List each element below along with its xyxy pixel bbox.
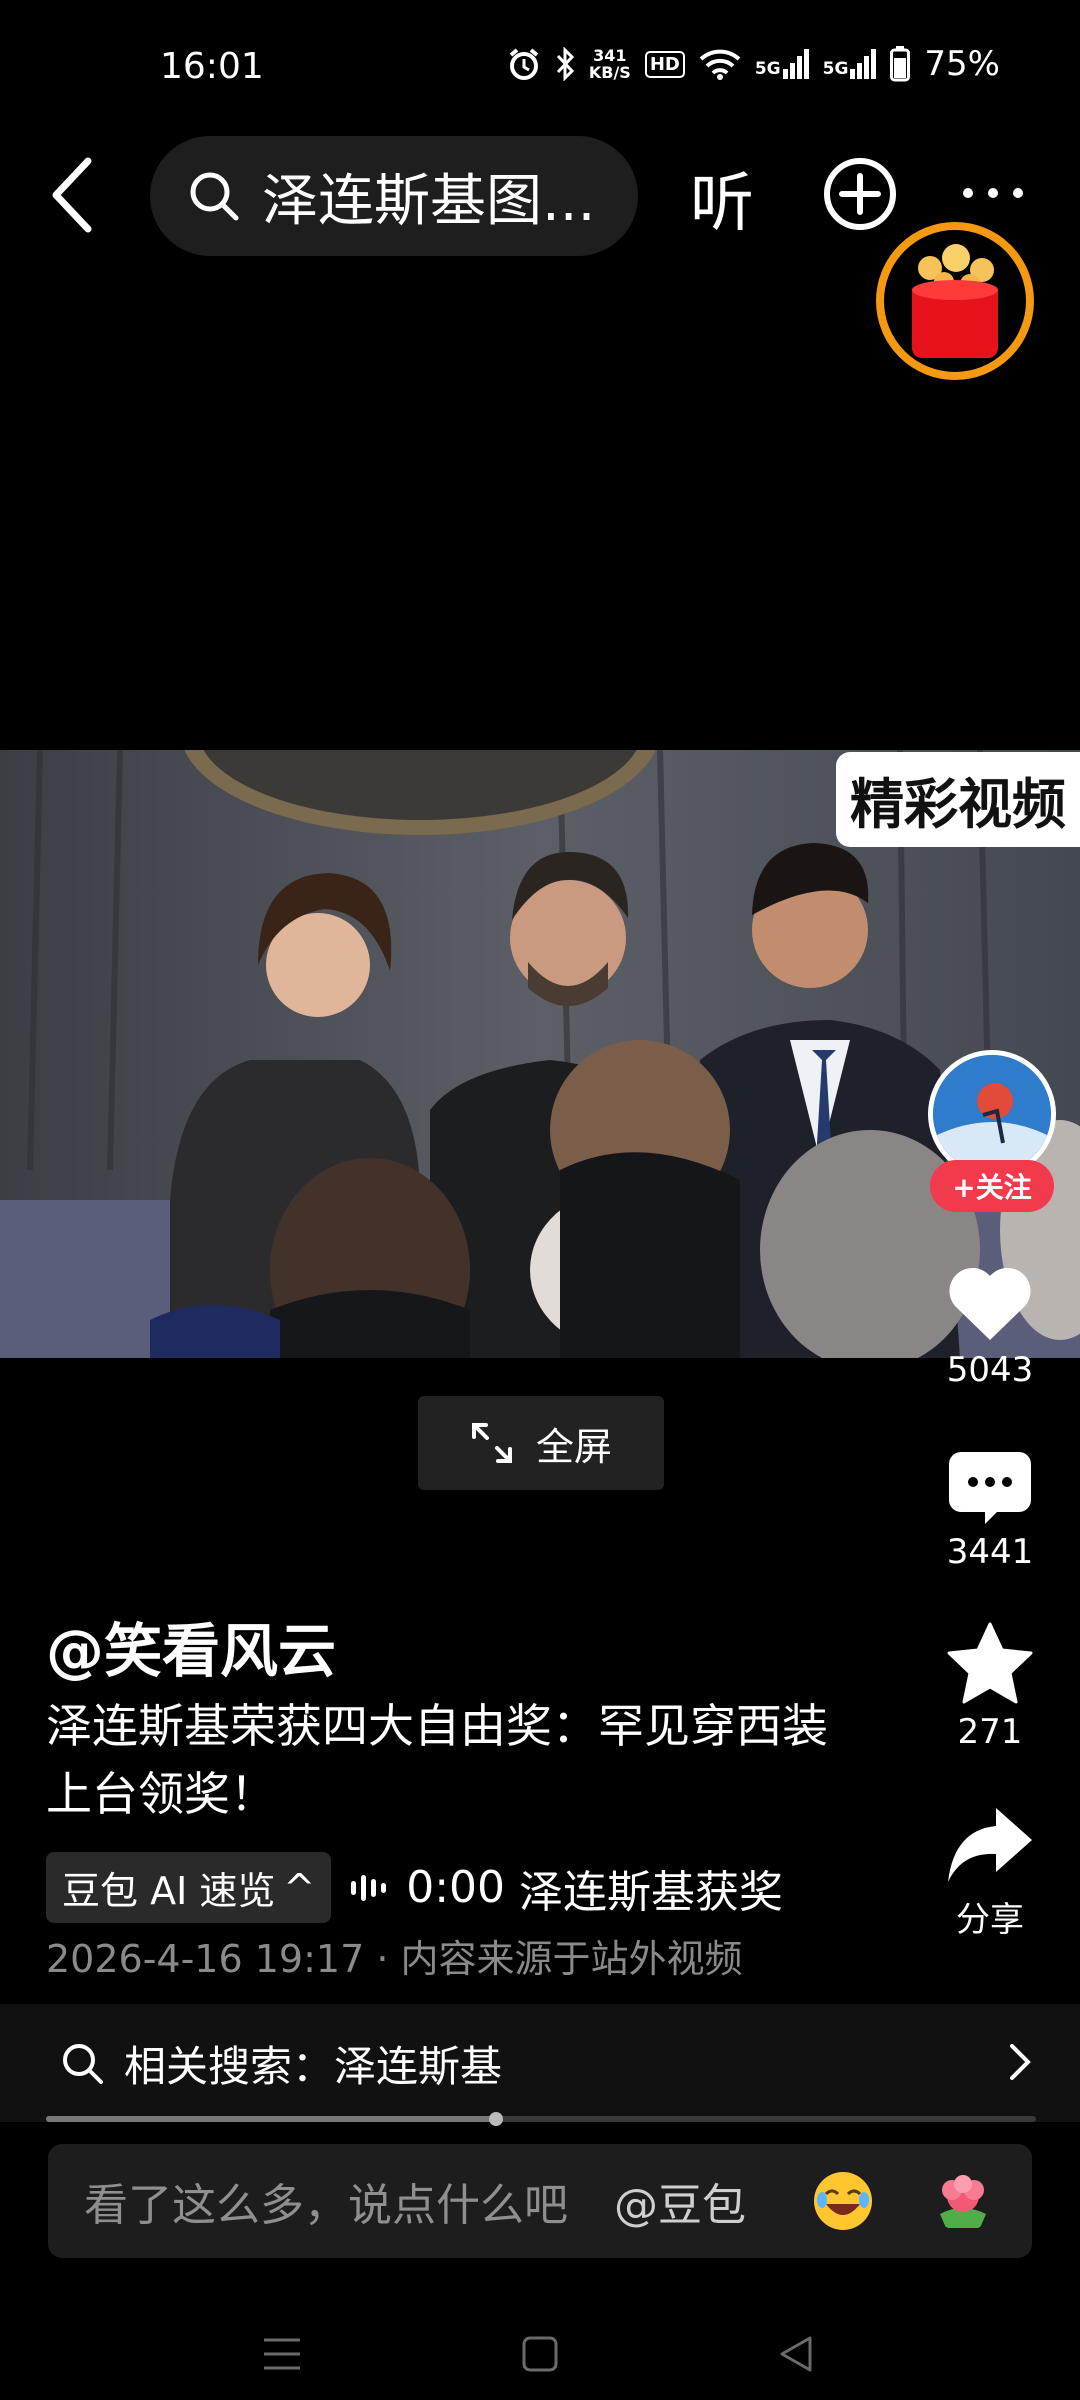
like-button[interactable]: 5043	[920, 1264, 1060, 1390]
ai-summary-text: 泽连斯基获奖	[519, 1866, 784, 1918]
fullscreen-button[interactable]: 全屏	[418, 1396, 664, 1490]
search-query: 泽连斯基图...	[262, 168, 596, 234]
laughing-emoji-icon[interactable]	[812, 2170, 874, 2232]
back-nav-icon[interactable]	[778, 2334, 814, 2374]
follow-button[interactable]: +关注	[930, 1160, 1054, 1212]
wifi-icon	[699, 49, 741, 80]
favorite-count: 271	[957, 1712, 1023, 1752]
video-progress-bar[interactable]	[46, 2112, 1036, 2126]
red-packet-icon	[912, 244, 998, 358]
expand-icon	[471, 1423, 512, 1463]
post-title[interactable]: 泽连斯基荣获四大自由奖：罕见穿西装上台领奖！	[46, 1692, 846, 1828]
battery-percent: 75%	[924, 44, 1000, 84]
fullscreen-label: 全屏	[535, 1424, 612, 1469]
related-search-label: 相关搜索：泽连斯基	[124, 2041, 503, 2091]
author-avatar[interactable]	[928, 1050, 1056, 1178]
search-bar[interactable]: 泽连斯基图...	[150, 136, 638, 256]
comment-icon	[949, 1452, 1031, 1524]
related-search-bar[interactable]: 相关搜索：泽连斯基	[0, 2004, 1080, 2122]
post-meta: 2026-4-16 19:17 · 内容来源于站外视频	[46, 1937, 743, 1981]
more-icon	[963, 188, 1023, 198]
favorite-button[interactable]: 271	[920, 1622, 1060, 1752]
plus-circle-icon	[824, 158, 896, 230]
like-count: 5043	[946, 1350, 1034, 1390]
comment-placeholder: 看了这么多，说点什么吧	[84, 2180, 568, 2231]
author-name[interactable]: @笑看风云	[46, 1604, 336, 1688]
ai-summary-time: 0:00	[406, 1862, 506, 1913]
ai-summary-row[interactable]: 豆包 AI 速览 ^ 0:00 泽连斯基获奖	[46, 1852, 783, 1923]
avatar-image	[933, 1055, 1051, 1173]
comment-input[interactable]: 看了这么多，说点什么吧 @豆包	[48, 2144, 1032, 2258]
status-icons: 341 KB/S HD 5G 5G 75%	[507, 44, 1000, 84]
signal-icon-2: 5G	[823, 49, 877, 79]
alarm-icon	[509, 48, 539, 80]
battery-icon	[890, 46, 911, 82]
share-icon	[948, 1808, 1032, 1882]
net-speed: 341 KB/S	[588, 46, 631, 82]
progress-fill	[46, 2116, 497, 2122]
listen-button[interactable]: 听	[690, 152, 754, 244]
add-button[interactable]	[822, 156, 898, 232]
back-button[interactable]	[42, 155, 112, 235]
comment-count: 3441	[946, 1532, 1034, 1572]
video-corner-tag: 精彩视频	[836, 752, 1080, 847]
hd-badge: HD	[644, 50, 685, 78]
status-time: 16:01	[160, 46, 264, 87]
menu-icon[interactable]	[262, 2336, 302, 2372]
chevron-right-icon	[1010, 2044, 1031, 2080]
star-icon	[947, 1622, 1033, 1704]
audio-wave-icon	[351, 1874, 387, 1901]
heart-icon	[949, 1267, 1031, 1340]
share-button[interactable]: 分享	[920, 1806, 1060, 1941]
bluetooth-icon	[556, 47, 574, 81]
more-button[interactable]	[958, 178, 1028, 208]
back-icon	[52, 157, 92, 233]
progress-knob[interactable]	[489, 2112, 504, 2126]
comment-button[interactable]: 3441	[920, 1452, 1060, 1572]
red-packet-button[interactable]	[876, 222, 1034, 380]
ai-summary-chip[interactable]: 豆包 AI 速览 ^	[46, 1852, 332, 1923]
search-icon	[63, 2044, 103, 2084]
chevron-up-icon: ^	[283, 1865, 316, 1910]
ai-chip-label: 豆包 AI 速览	[62, 1869, 276, 1913]
signal-icon-1: 5G	[755, 49, 809, 79]
home-icon[interactable]	[522, 2336, 558, 2372]
mention-doubao[interactable]: @豆包	[614, 2169, 746, 2233]
share-label: 分享	[956, 1900, 1024, 1940]
system-nav-bar	[0, 2296, 1080, 2400]
search-icon	[190, 172, 239, 221]
flower-emoji-icon[interactable]	[932, 2170, 994, 2232]
